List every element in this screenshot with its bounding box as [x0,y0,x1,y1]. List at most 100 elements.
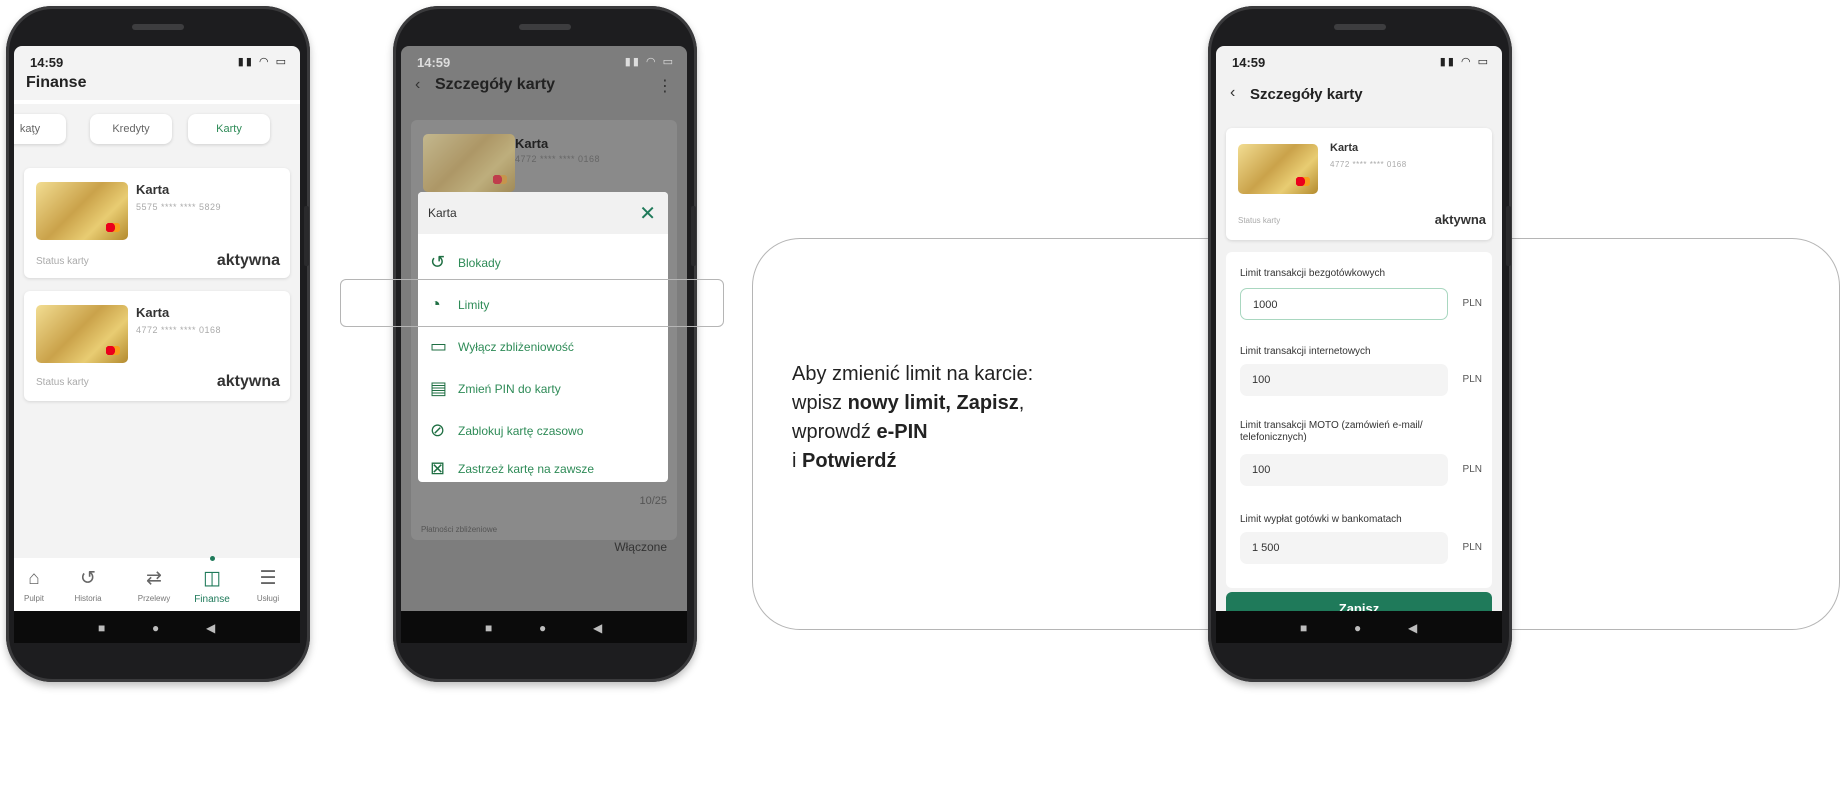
instruction-line-1: Aby zmienić limit na karcie: [792,363,1034,385]
contactless-label: Płatności zbliżeniowe [421,525,498,534]
status-time: 14:59 [417,55,451,70]
more-icon[interactable]: ⋮ [657,76,673,96]
limit-input-cashless[interactable]: 1000 [1240,288,1448,320]
instruction-line-4: i Potwierdź [792,447,1033,476]
back-chevron-icon[interactable]: ‹ [415,76,420,94]
clock-history-icon: ↺ [430,252,446,272]
card-name: Karta [515,136,549,151]
back-chevron-icon[interactable]: ‹ [1230,84,1235,102]
transfer-icon: ⇄ [146,568,162,589]
card-status-label: Status karty [1238,216,1281,225]
nav-finanse[interactable]: ◫ Finanse [186,568,238,605]
card-number: 4772 **** **** 0168 [515,154,601,164]
card-actions-dialog: Karta ✕ ↺ Blokady ◔ Limity ▭ Wyłącz zbli… [418,192,668,482]
card-status-value: aktywna [216,252,280,269]
menu-item-label: Wyłącz zbliżeniowość [458,340,574,354]
active-indicator-dot [210,556,215,561]
text-bold: nowy limit, Zapisz [847,392,1019,414]
card-status-value: aktywna [216,373,280,390]
history-icon: ↺ [80,568,96,589]
side-button [691,206,696,266]
page-title: Szczegóły karty [435,76,556,93]
contactless-value: Włączone [614,540,667,554]
back-icon[interactable]: ◀ [1408,621,1417,635]
status-time: 14:59 [30,55,64,70]
database-icon: ☰ [259,568,277,589]
back-icon[interactable]: ◀ [206,621,215,635]
page-title: Szczegóły karty [1250,86,1363,103]
recent-apps-icon[interactable]: ■ [1300,621,1307,635]
limit-input-moto[interactable]: 100 [1240,454,1448,486]
phone-limits: 14:59 ▮▮ ◠ ▭ ‹ Szczegóły karty Karta 477… [1208,6,1512,682]
menu-item-zablokuj[interactable]: ⊘ Zablokuj kartę czasowo [418,412,668,454]
nav-uslugi[interactable]: ☰ Usługi [242,568,294,603]
header-divider [14,100,300,104]
card-tile-1[interactable]: Karta 5575 **** **** 5829 Status karty a… [24,168,290,278]
tab-kredyty[interactable]: Kredyty [90,114,172,144]
speaker [132,24,184,30]
card-image [36,182,128,240]
card-name: Karta [136,182,170,197]
instruction-text: Aby zmienić limit na karcie: wpisz nowy … [792,360,1033,476]
back-icon[interactable]: ◀ [593,621,602,635]
currency-label: PLN [1462,374,1482,385]
card-tile-2[interactable]: Karta 4772 **** **** 0168 Status karty a… [24,291,290,401]
menu-item-zmien-pin[interactable]: ▤ Zmień PIN do karty [418,370,668,412]
menu-item-wylacz-zblizeniowosc[interactable]: ▭ Wyłącz zbliżeniowość [418,328,668,370]
card-expiry: 10/25 [639,495,667,507]
nav-pulpit[interactable]: ⌂ Pulpit [14,568,60,603]
speaker [519,24,571,30]
nav-label: Usługi [256,594,280,603]
home-circle-icon[interactable]: ● [539,621,546,635]
screen: 14:59 ▮▮ ◠ ▭ Finanse kaţy Kredyty Karty … [14,46,300,611]
speaker [1334,24,1386,30]
home-circle-icon[interactable]: ● [152,621,159,635]
side-button [1506,206,1511,266]
card-name: Karta [1330,142,1359,154]
nav-label: Pulpit [23,594,44,603]
tab-karty[interactable]: Karty [188,114,270,144]
card-number: 5575 **** **** 5829 [136,202,222,212]
recent-apps-icon[interactable]: ■ [98,621,105,635]
home-icon: ⌂ [28,568,40,589]
limit-label: Limit transakcji MOTO (zamówień e-mail/ … [1240,420,1423,443]
recent-apps-icon[interactable]: ■ [485,621,492,635]
status-bar: 14:59 ▮▮ ◠ ▭ [1216,46,1502,76]
limit-input-internet[interactable]: 100 [1240,364,1448,396]
save-button[interactable]: Zapisz [1226,592,1492,611]
card-status-value: aktywna [1434,212,1486,227]
text-bold: e-PIN [876,421,928,443]
limits-form: Limit transakcji bezgotówkowych 1000 PLN… [1226,252,1492,588]
highlight-limity [340,279,724,327]
text: wpisz [792,392,848,414]
currency-label: PLN [1462,542,1482,553]
nav-przelewy[interactable]: ⇄ Przelewy [128,568,180,603]
home-circle-icon[interactable]: ● [1354,621,1361,635]
currency-label: PLN [1462,298,1482,309]
card-image [1238,144,1318,194]
pin-icon: ▤ [430,378,448,398]
limit-input-atm[interactable]: 1 500 [1240,532,1448,564]
limit-label: Limit transakcji internetowych [1240,346,1371,357]
limit-label: Limit wypłat gotówki w bankomatach [1240,514,1402,525]
close-icon[interactable]: ✕ [639,201,656,226]
instruction-line-2: wpisz nowy limit, Zapisz, [792,389,1033,418]
card-image [423,134,515,192]
screen-dimmed: 14:59 ▮▮ ◠ ▭ ‹ Szczegóły karty ⋮ Karta 4… [401,46,687,611]
menu-item-label: Zablokuj kartę czasowo [458,424,584,438]
text: , [1018,392,1025,414]
card-cancel-icon: ⊠ [430,458,446,478]
block-icon: ⊘ [430,420,446,440]
bottom-navigation: ⌂ Pulpit ↺ Historia ⇄ Przelewy ◫ Finanse… [14,556,300,611]
nav-historia[interactable]: ↺ Historia [62,568,114,603]
menu-item-label: Zastrzeż kartę na zawsze [458,462,595,476]
card-status-label: Status karty [36,256,89,267]
page-title: Finanse [26,74,87,91]
status-bar: 14:59 ▮▮ ◠ ▭ [14,46,300,76]
menu-item-zastrzez[interactable]: ⊠ Zastrzeż kartę na zawsze [418,450,668,492]
phone-card-menu: 14:59 ▮▮ ◠ ▭ ‹ Szczegóły karty ⋮ Karta 4… [393,6,697,682]
signal-wifi-battery-icon: ▮▮ ◠ ▭ [237,56,288,68]
tab-lokaty[interactable]: kaţy [14,114,66,144]
system-navigation-bar: ■ ● ◀ [1216,611,1502,643]
currency-label: PLN [1462,464,1482,475]
